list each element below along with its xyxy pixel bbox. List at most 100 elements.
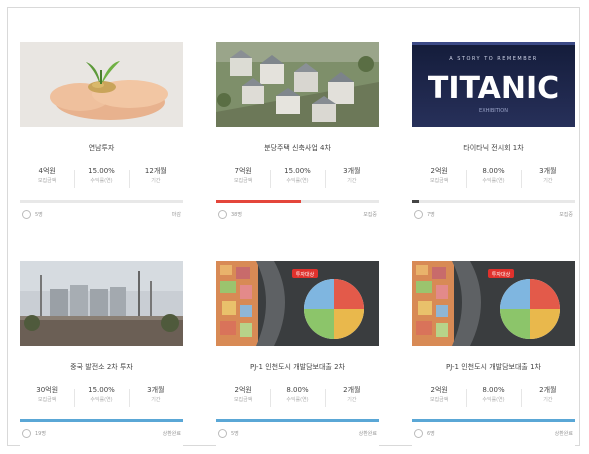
stat-amount: 7억원 모집금액 xyxy=(216,166,270,196)
stat-label: 수익률(연) xyxy=(482,178,505,184)
investor-count: 7명 xyxy=(427,212,435,218)
stat-value: 15.00% xyxy=(88,167,115,175)
stat-rate: 15.00% 수익률(연) xyxy=(74,385,128,415)
card-thumbnail-power-plant xyxy=(20,261,183,346)
stat-amount: 30억원 모집금액 xyxy=(20,385,74,415)
progress-bar xyxy=(20,419,183,422)
stat-amount: 4억원 모집금액 xyxy=(20,166,74,196)
progress-fill xyxy=(412,200,419,203)
stat-rate: 8.00% 수익률(연) xyxy=(466,385,520,415)
status-text: 상환완료 xyxy=(554,431,573,437)
stat-value: 3개월 xyxy=(539,167,557,175)
map-badge-label: 투자대상 xyxy=(492,271,511,278)
stat-value: 12개월 xyxy=(144,167,167,175)
stat-label: 수익률(연) xyxy=(482,397,505,403)
card-footer: 6명 상환완료 xyxy=(412,428,575,440)
investment-card[interactable]: 연남투자 4억원 모집금액 15.00% 수익률(연) 12개월 기간 5명 마… xyxy=(20,42,183,227)
investment-card[interactable]: 분당주택 신축사업 4차 7억원 모집금액 15.00% 수익률(연) 3개월 … xyxy=(216,42,379,227)
stat-rate: 8.00% 수익률(연) xyxy=(270,385,324,415)
investor-icon xyxy=(22,210,31,219)
stat-value: 7억원 xyxy=(234,167,252,175)
stat-period: 2개월 기간 xyxy=(324,385,379,415)
card-title: PJ-1 인천도시 개발담보대출 1차 xyxy=(446,363,541,371)
stat-label: 모집금액 xyxy=(233,178,253,184)
stat-label: 기간 xyxy=(347,397,357,403)
status-text: 모집중 xyxy=(363,212,377,218)
card-title: 연남투자 xyxy=(88,144,115,152)
card-stats: 2억원 모집금액 8.00% 수익률(연) 2개월 기간 xyxy=(412,385,575,415)
progress-bar xyxy=(412,200,575,203)
investor-icon xyxy=(414,429,423,438)
titanic-big-text: TITANIC xyxy=(428,71,559,106)
stat-amount: 2억원 모집금액 xyxy=(216,385,270,415)
titanic-sub-text: EXHIBITION xyxy=(479,108,508,114)
stat-value: 8.00% xyxy=(286,386,309,394)
progress-bar xyxy=(412,419,575,422)
stat-label: 기간 xyxy=(347,178,357,184)
card-footer: 7명 모집중 xyxy=(412,209,575,221)
investment-card[interactable]: 투자대상 PJ-1 인천도시 개발담보대출 2차 2억원 모집금액 8.00% … xyxy=(216,261,379,446)
card-title: 중국 발전소 2차 투자 xyxy=(70,363,133,371)
investor-count: 5명 xyxy=(231,431,239,437)
status-text: 상환완료 xyxy=(162,431,181,437)
stat-amount: 2억원 모집금액 xyxy=(412,166,466,196)
card-title: PJ-1 인천도시 개발담보대출 2차 xyxy=(250,363,345,371)
stat-period: 12개월 기간 xyxy=(128,166,183,196)
progress-fill xyxy=(216,200,301,203)
stat-value: 2억원 xyxy=(430,167,448,175)
stat-value: 15.00% xyxy=(88,386,115,394)
card-footer: 5명 마감 xyxy=(20,209,183,221)
card-stats: 2억원 모집금액 8.00% 수익률(연) 2개월 기간 xyxy=(216,385,379,415)
stat-amount: 2억원 모집금액 xyxy=(412,385,466,415)
card-thumbnail-site-map: 투자대상 xyxy=(412,261,575,346)
card-title: 분당주택 신축사업 4차 xyxy=(264,144,331,152)
status-text: 모집중 xyxy=(559,212,573,218)
card-footer: 38명 모집중 xyxy=(216,209,379,221)
stat-label: 모집금액 xyxy=(429,397,449,403)
investor-count: 6명 xyxy=(427,431,435,437)
stat-value: 8.00% xyxy=(482,386,505,394)
stat-period: 3개월 기간 xyxy=(128,385,183,415)
stat-label: 수익률(연) xyxy=(90,397,113,403)
stat-label: 모집금액 xyxy=(233,397,253,403)
stat-label: 기간 xyxy=(151,178,161,184)
listing-frame: 연남투자 4억원 모집금액 15.00% 수익률(연) 12개월 기간 5명 마… xyxy=(7,7,580,446)
progress-bar xyxy=(216,419,379,422)
progress-fill xyxy=(20,419,183,422)
stat-label: 모집금액 xyxy=(37,178,57,184)
investor-icon xyxy=(22,429,31,438)
card-stats: 7억원 모집금액 15.00% 수익률(연) 3개월 기간 xyxy=(216,166,379,196)
stat-value: 2억원 xyxy=(430,386,448,394)
stat-value: 2개월 xyxy=(343,386,361,394)
stat-period: 3개월 기간 xyxy=(324,166,379,196)
investor-count: 19명 xyxy=(35,431,46,437)
investor-count: 38명 xyxy=(231,212,242,218)
stat-label: 수익률(연) xyxy=(286,178,309,184)
card-stats: 4억원 모집금액 15.00% 수익률(연) 12개월 기간 xyxy=(20,166,183,196)
investment-card[interactable]: A STORY TO REMEMBER TITANIC EXHIBITION 타… xyxy=(412,42,575,227)
investor-icon xyxy=(218,429,227,438)
status-text: 마감 xyxy=(171,212,181,218)
stat-value: 3개월 xyxy=(147,386,165,394)
stat-rate: 15.00% 수익률(연) xyxy=(270,166,324,196)
card-title: 타이타닉 전시회 1차 xyxy=(463,144,524,152)
card-stats: 2억원 모집금액 8.00% 수익률(연) 3개월 기간 xyxy=(412,166,575,196)
stat-label: 기간 xyxy=(151,397,161,403)
card-thumbnail-hands-money xyxy=(20,42,183,127)
stat-rate: 15.00% 수익률(연) xyxy=(74,166,128,196)
map-badge-label: 투자대상 xyxy=(296,271,315,278)
stat-label: 기간 xyxy=(543,178,553,184)
card-thumbnail-titanic: A STORY TO REMEMBER TITANIC EXHIBITION xyxy=(412,42,575,127)
stat-value: 8.00% xyxy=(482,167,505,175)
stat-label: 모집금액 xyxy=(429,178,449,184)
investment-card[interactable]: 투자대상 PJ-1 인천도시 개발담보대출 1차 2억원 모집금액 8.00% … xyxy=(412,261,575,446)
status-text: 상환완료 xyxy=(358,431,377,437)
progress-bar xyxy=(20,200,183,203)
progress-bar xyxy=(216,200,379,203)
card-thumbnail-housing xyxy=(216,42,379,127)
stat-value: 2개월 xyxy=(539,386,557,394)
stat-label: 모집금액 xyxy=(37,397,57,403)
stat-value: 4억원 xyxy=(38,167,56,175)
stat-label: 수익률(연) xyxy=(90,178,113,184)
investment-card[interactable]: 중국 발전소 2차 투자 30억원 모집금액 15.00% 수익률(연) 3개월… xyxy=(20,261,183,446)
